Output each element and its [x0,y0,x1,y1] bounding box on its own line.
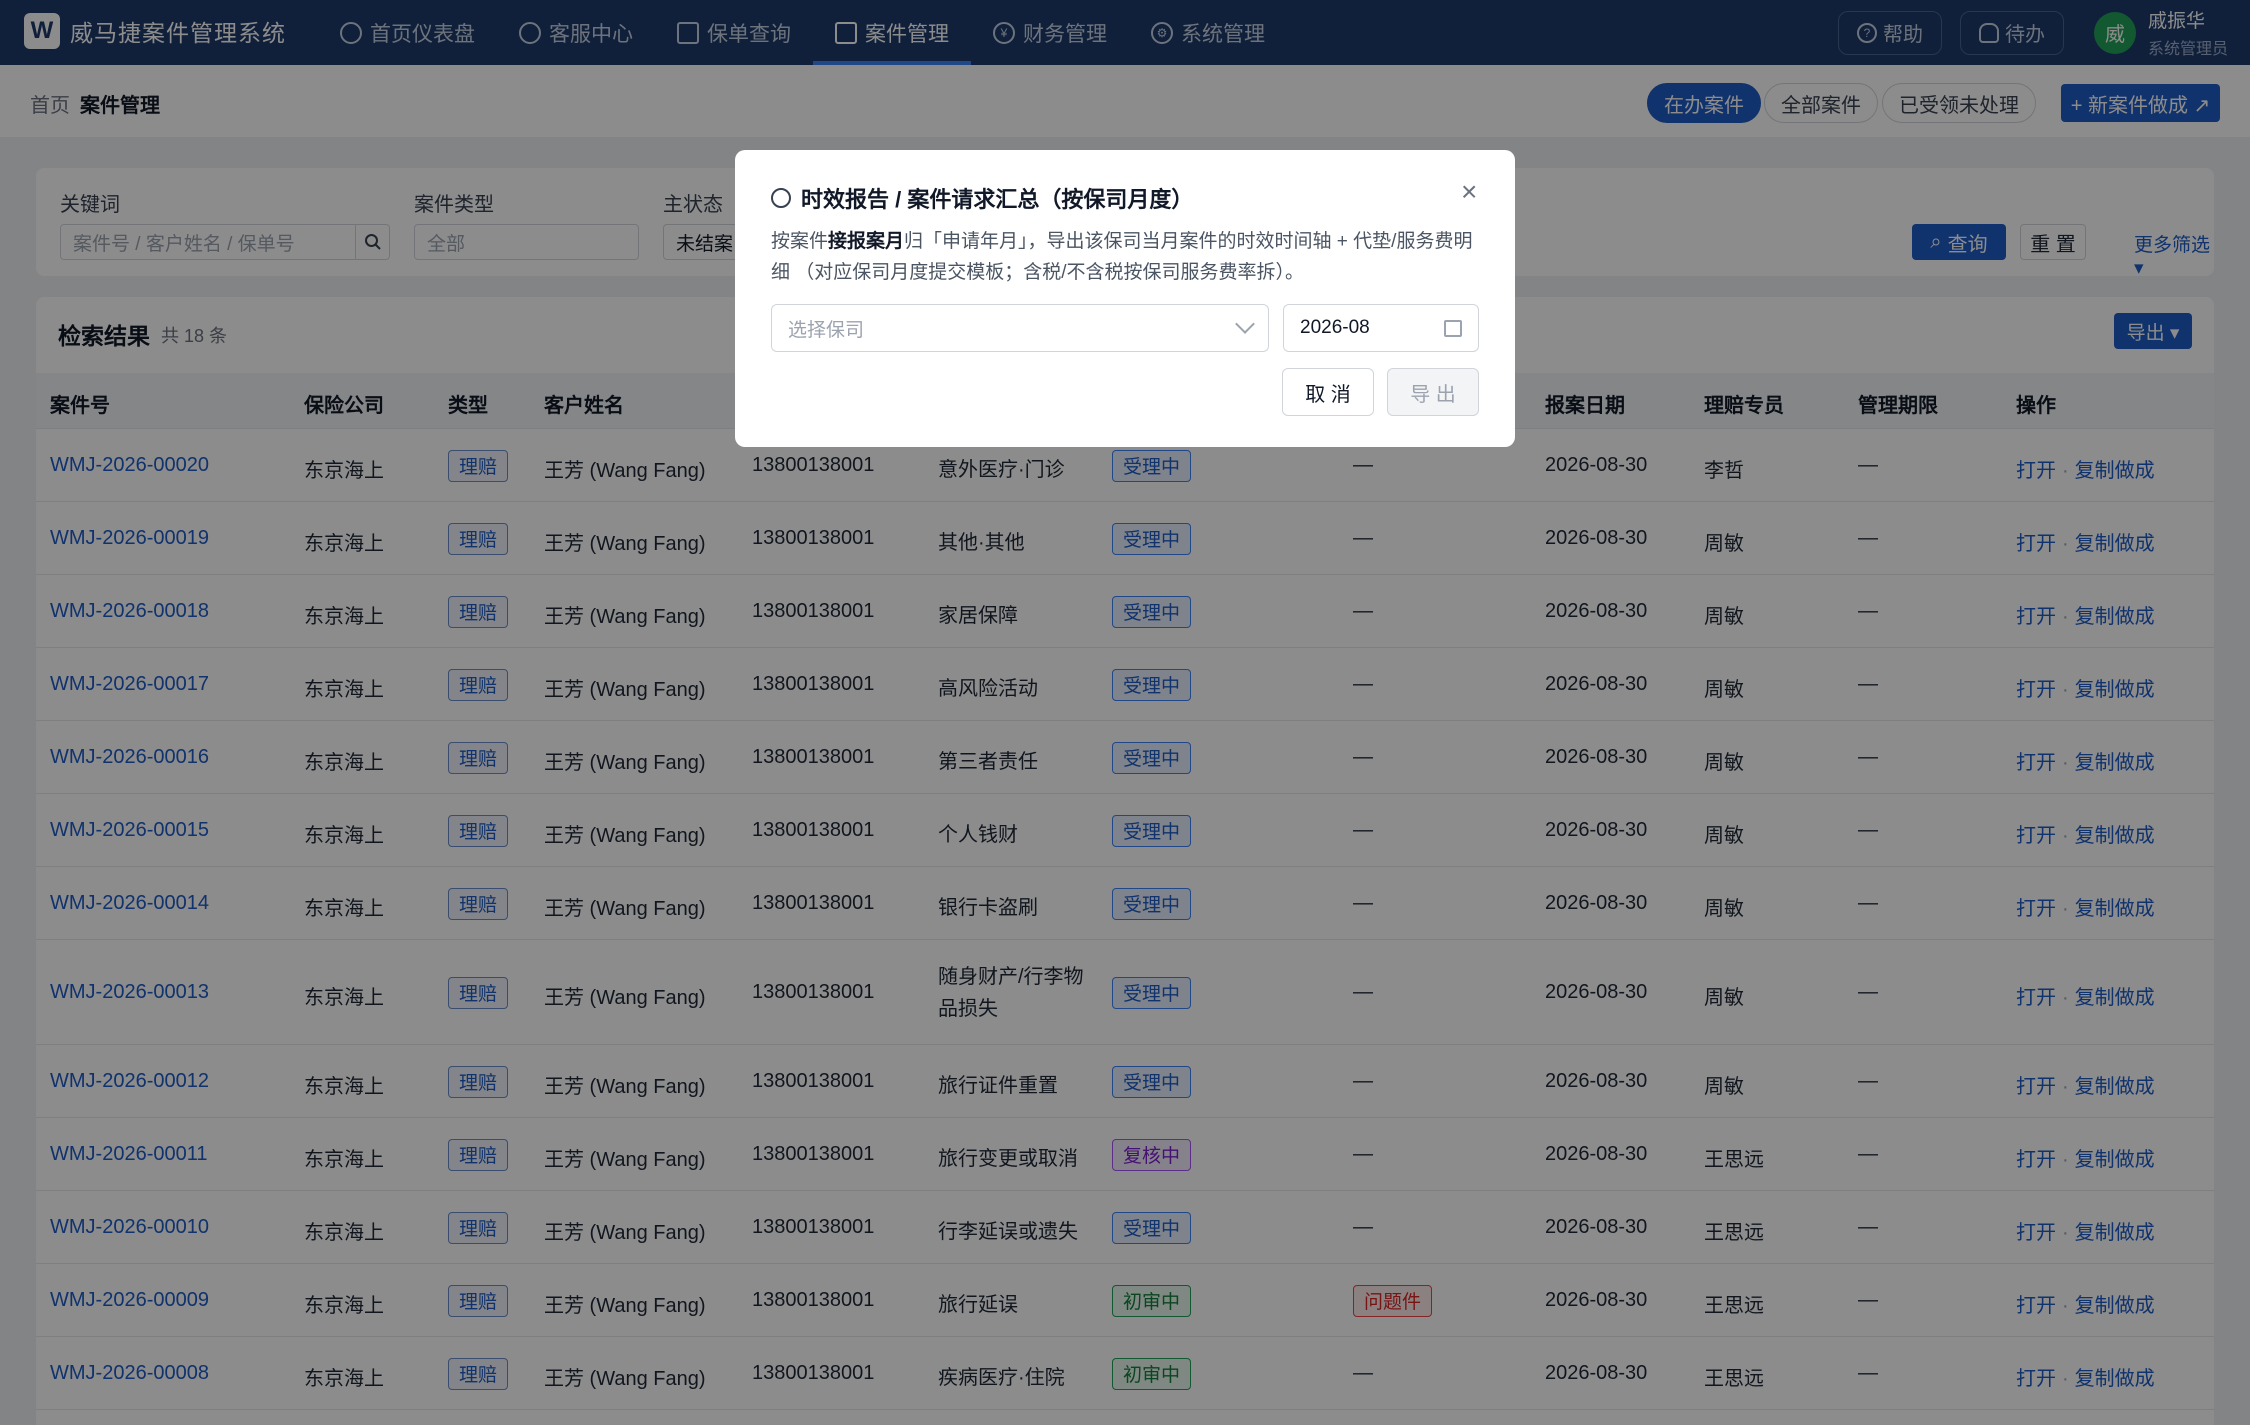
dialog-description: 按案件接报案月归「申请年月」，导出该保司当月案件的时效时间轴 + 代垫/服务费明… [771,231,1473,283]
insurer-select[interactable]: 选择保司 [771,304,1269,352]
chevron-down-icon [1235,314,1255,334]
cancel-button[interactable]: 取 消 [1282,368,1374,416]
timeliness-report-dialog: 时效报告 / 案件请求汇总（按保司月度） × 按案件接报案月归「申请年月」，导出… [735,150,1515,447]
month-picker[interactable]: 2026-08 [1283,304,1479,352]
stopwatch-icon [771,188,791,208]
calendar-icon [1444,320,1462,337]
close-icon[interactable]: × [1461,176,1477,208]
dialog-title: 时效报告 / 案件请求汇总（按保司月度） [771,182,1193,214]
dialog-export-button[interactable]: 导 出 [1387,368,1479,416]
